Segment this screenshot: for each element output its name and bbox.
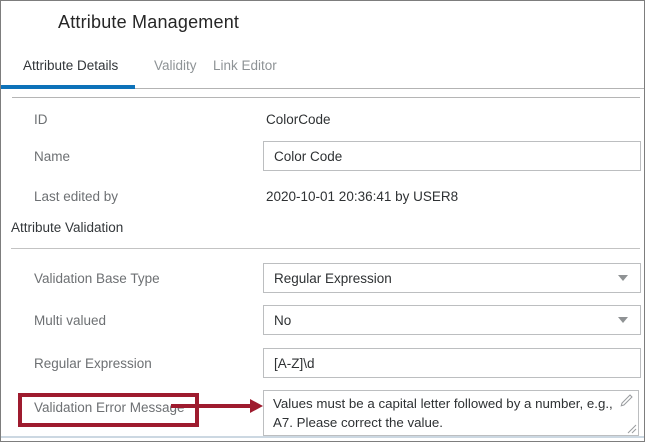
multi-valued-label: Multi valued [34,313,106,328]
validation-error-message-field: Values must be a capital letter followed… [263,390,639,436]
name-input[interactable] [263,141,641,171]
validation-error-message-label: Validation Error Message [34,400,185,415]
attribute-validation-section-header: Attribute Validation [11,220,123,235]
last-edited-label: Last edited by [34,189,118,204]
tab-validity[interactable]: Validity [154,58,197,73]
validation-error-message-textarea[interactable]: Values must be a capital letter followed… [263,390,639,436]
annotation-arrowhead-icon [250,399,263,413]
chevron-down-icon [618,275,628,281]
validation-base-type-label: Validation Base Type [34,271,160,286]
tab-attribute-details[interactable]: Attribute Details [23,58,118,73]
last-edited-value: 2020-10-01 20:36:41 by USER8 [266,189,458,204]
edit-pencil-icon[interactable] [619,394,633,408]
multi-valued-value: No [274,313,291,328]
validation-base-type-value: Regular Expression [274,271,392,286]
resize-handle-icon[interactable] [627,424,637,434]
section-divider [11,248,640,249]
chevron-down-icon [618,317,628,323]
attribute-management-window: Attribute Management Attribute Details V… [0,0,645,442]
regular-expression-input[interactable] [263,348,641,378]
active-tab-underline [1,85,135,89]
regular-expression-label: Regular Expression [34,356,152,371]
page-title: Attribute Management [58,12,239,33]
content-top-divider [12,97,640,98]
name-label: Name [34,149,70,164]
validation-base-type-select[interactable]: Regular Expression [263,263,641,293]
bottom-edge-strip [1,436,645,438]
id-value: ColorCode [266,112,331,127]
multi-valued-select[interactable]: No [263,305,641,335]
tab-link-editor[interactable]: Link Editor [213,58,277,73]
id-label: ID [34,112,48,127]
